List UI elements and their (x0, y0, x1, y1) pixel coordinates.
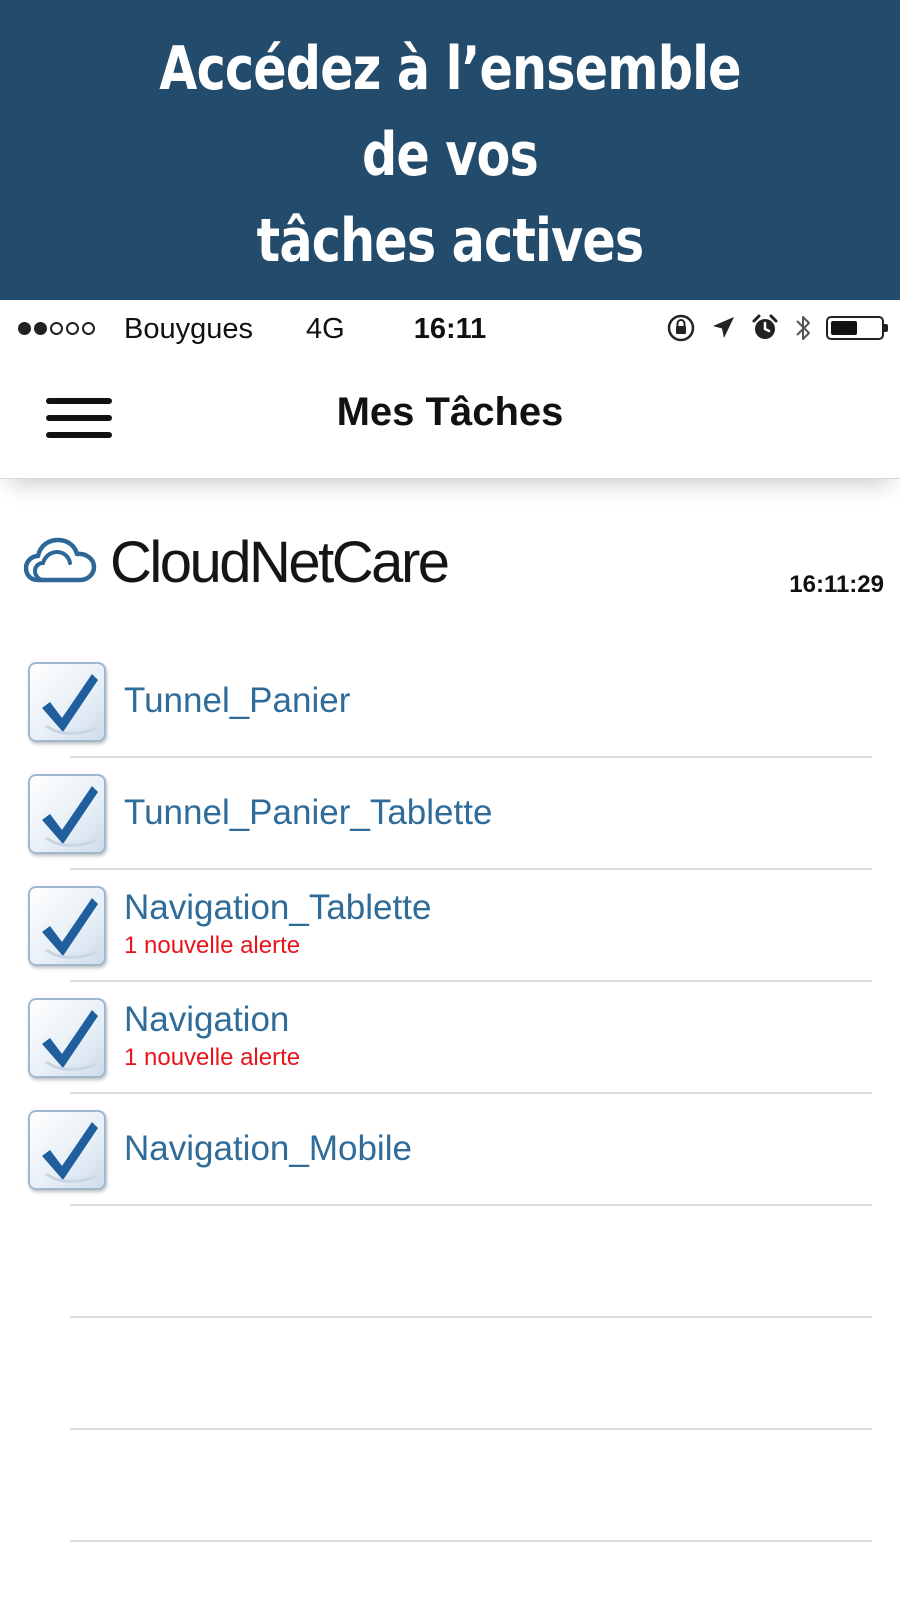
cloud-icon (23, 534, 98, 591)
task-checkbox[interactable] (28, 1110, 106, 1190)
battery-icon (826, 316, 888, 340)
status-bar: Bouygues 4G 16:11 (0, 300, 900, 360)
task-name: Navigation_Tablette (124, 888, 432, 927)
banner-line-2: de vos (362, 120, 539, 190)
battery-level-fill (831, 321, 858, 335)
orientation-lock-icon (666, 313, 696, 343)
task-alert: 1 nouvelle alerte (124, 1044, 301, 1071)
bluetooth-icon (794, 312, 812, 344)
page-title: Mes Tâches (336, 390, 564, 434)
task-checkbox[interactable] (28, 998, 106, 1078)
task-name: Tunnel_Panier (124, 681, 351, 720)
last-update-time: 16:11:29 (789, 571, 884, 598)
task-name: Navigation_Mobile (124, 1129, 412, 1168)
task-list: Tunnel_Panier Tunnel_Panier_Tablette Navig… (0, 646, 900, 1542)
task-row[interactable]: Tunnel_Panier (0, 646, 900, 758)
task-checkbox[interactable] (28, 774, 106, 854)
promo-banner: Accédez à l’ensemble de vos tâches activ… (0, 0, 900, 300)
alarm-icon (750, 313, 780, 343)
task-screen: CloudNetCare 16:11:29 Tunnel_Panier Tunne… (0, 479, 900, 1600)
task-checkbox[interactable] (28, 886, 106, 966)
task-row[interactable]: Navigation_Tablette 1 nouvelle alerte (0, 870, 900, 982)
task-row[interactable]: Navigation 1 nouvelle alerte (0, 982, 900, 1094)
task-name: Tunnel_Panier_Tablette (124, 793, 493, 832)
empty-list-row (0, 1206, 900, 1318)
task-checkbox[interactable] (28, 662, 106, 742)
status-icons (666, 312, 888, 344)
brand-name: CloudNetCare (110, 530, 450, 595)
row-divider (70, 1540, 872, 1542)
location-arrow-icon (710, 315, 736, 341)
task-alert: 1 nouvelle alerte (124, 932, 301, 959)
banner-line-1: Accédez à l’ensemble (159, 34, 741, 104)
brand-logo: CloudNetCare (23, 529, 450, 596)
banner-line-3: tâches actives (256, 206, 645, 276)
navigation-bar: Mes Tâches (0, 360, 900, 479)
empty-list-row (0, 1318, 900, 1430)
task-row[interactable]: Navigation_Mobile (0, 1094, 900, 1206)
empty-list-row (0, 1430, 900, 1542)
task-row[interactable]: Tunnel_Panier_Tablette (0, 758, 900, 870)
task-name: Navigation (124, 1000, 290, 1039)
